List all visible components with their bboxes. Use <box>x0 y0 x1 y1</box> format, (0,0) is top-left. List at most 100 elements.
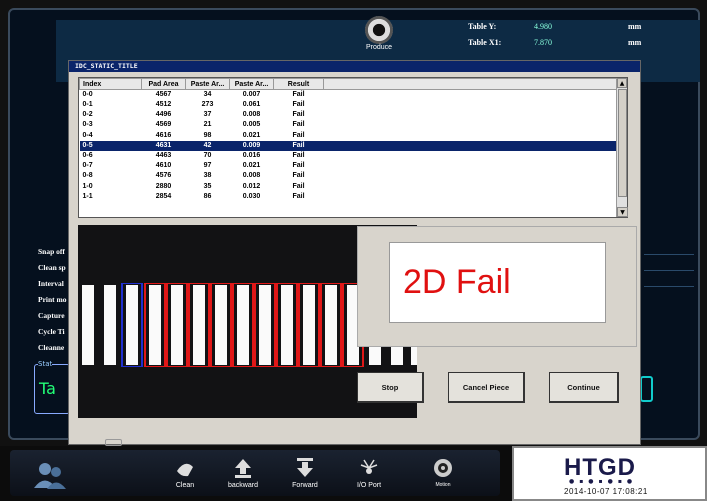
motion-button[interactable]: Motion <box>420 454 466 498</box>
scroll-up-icon[interactable]: ▲ <box>617 78 627 88</box>
backward-button[interactable]: backward <box>220 454 266 498</box>
table-cell: Fail <box>292 182 305 190</box>
table-cell: 4496 <box>155 111 172 119</box>
solder-pad <box>126 285 138 365</box>
settings-label: Cleanne <box>38 343 65 352</box>
table-cell: 35 <box>203 182 212 190</box>
table-cell: 37 <box>203 111 212 119</box>
table-cell: 0.016 <box>242 152 261 160</box>
table-cell: Fail <box>292 101 305 109</box>
table-cell-empty <box>324 120 618 130</box>
table-cell-empty <box>324 131 618 141</box>
result-list[interactable]: Index Pad Area Paste Ar... Paste Ar... R… <box>78 77 628 218</box>
column-header[interactable]: Result <box>273 78 324 90</box>
column-header-empty <box>323 78 618 90</box>
cancel-piece-button[interactable]: Cancel Piece <box>448 372 525 403</box>
solder-pad <box>193 285 205 365</box>
table-cell: 0-4 <box>82 131 93 139</box>
stop-button[interactable]: Stop <box>357 372 424 403</box>
table-cell: Fail <box>292 152 305 160</box>
table-cell-empty <box>324 151 618 161</box>
logo-subtext-icon: ●▪●▪●▪● <box>569 478 638 485</box>
table-row[interactable]: 0-5 4631 42 0.009 Fail <box>79 140 618 151</box>
table-y-label: Table Y: <box>468 22 497 31</box>
table-cell: Fail <box>292 131 305 139</box>
result-panel: 2D Fail <box>357 226 637 347</box>
table-cell: Fail <box>292 172 305 180</box>
forward-button[interactable]: Forward <box>282 454 328 498</box>
scroll-thumb[interactable] <box>618 89 627 197</box>
table-row[interactable]: 1-0 2880 35 0.012 Fail <box>80 182 618 192</box>
produce-button[interactable]: Produce <box>356 10 402 56</box>
motion-label: Motion <box>435 482 451 488</box>
solder-pad <box>325 285 337 365</box>
table-row[interactable]: 0-1 4512 273 0.061 Fail <box>80 100 618 110</box>
table-cell: 0-5 <box>79 140 142 151</box>
user-icon[interactable] <box>32 460 68 490</box>
column-header[interactable]: Index <box>79 78 142 90</box>
table-cell: 0-2 <box>82 111 93 119</box>
continue-button[interactable]: Continue <box>549 372 619 403</box>
table-cell: 21 <box>203 121 212 129</box>
table-row[interactable]: 0-0 4567 34 0.007 Fail <box>80 90 618 101</box>
clock: 2014-10-07 17:08:21 <box>564 487 648 496</box>
io-port-button[interactable]: I/O Port <box>346 454 392 498</box>
list-scrollbar[interactable]: ▲ ▼ <box>616 78 628 217</box>
table-cell: 4610 <box>155 162 172 170</box>
gear-icon <box>365 15 393 44</box>
table-cell: 98 <box>203 131 212 139</box>
table-row[interactable]: 0-4 4616 98 0.021 Fail <box>80 131 618 141</box>
table-row[interactable]: 0-3 4569 21 0.005 Fail <box>80 120 618 130</box>
table-y-value: 4.980 <box>534 22 552 31</box>
table-cell-empty <box>324 161 618 171</box>
table-cell: 4567 <box>155 91 172 98</box>
io-port-label: I/O Port <box>356 482 382 489</box>
solder-pad <box>104 285 116 365</box>
table-cell: 4569 <box>155 121 172 129</box>
column-header[interactable]: Pad Area <box>141 78 186 90</box>
table-row[interactable]: 0-8 4576 38 0.008 Fail <box>80 171 618 181</box>
table-row[interactable]: 0-7 4610 97 0.021 Fail <box>80 161 618 171</box>
right-indicator <box>640 376 653 402</box>
clean-button[interactable]: Clean <box>162 454 208 498</box>
table-cell: Fail <box>292 121 305 129</box>
result-text: 2D Fail <box>389 242 606 323</box>
table-row[interactable]: 0-6 4463 70 0.016 Fail <box>80 151 618 161</box>
scroll-down-icon[interactable]: ▼ <box>617 207 628 217</box>
solder-pad <box>215 285 227 365</box>
table-row[interactable]: 1-1 2854 86 0.030 Fail <box>80 192 618 202</box>
table-cell: 34 <box>203 91 212 98</box>
table-cell-empty <box>324 110 618 120</box>
table-cell-empty <box>324 182 618 192</box>
table-cell: 0.008 <box>242 172 261 180</box>
table-cell: 4512 <box>155 101 172 109</box>
table-cell: 0.008 <box>242 111 261 119</box>
list-header: Index Pad Area Paste Ar... Paste Ar... R… <box>79 78 618 90</box>
table-cell: Fail <box>292 192 305 200</box>
table-cell: 1-1 <box>82 192 93 200</box>
clean-icon <box>177 463 193 477</box>
table-cell: 0.009 <box>229 140 274 151</box>
table-x1-label: Table X1: <box>468 38 502 47</box>
table-cell: 42 <box>185 140 230 151</box>
table-row[interactable]: 0-2 4496 37 0.008 Fail <box>80 110 618 120</box>
table-cell: 0.012 <box>242 182 261 190</box>
status-title: Stat <box>38 360 53 368</box>
table-cell: Fail <box>292 162 305 170</box>
table-cell: 38 <box>203 172 212 180</box>
clean-label: Clean <box>175 482 195 489</box>
backward-arrow-icon <box>235 459 251 478</box>
status-indicator <box>105 439 122 446</box>
column-header[interactable]: Paste Ar... <box>185 78 230 90</box>
table-cell: Fail <box>273 140 324 151</box>
logo-panel: HTGD ●▪●▪●▪● 2014-10-07 17:08:21 <box>512 446 707 501</box>
table-cell: 0.030 <box>242 192 261 200</box>
column-header[interactable]: Paste Ar... <box>229 78 274 90</box>
table-cell: 0-1 <box>82 101 93 109</box>
table-cell-empty <box>324 90 618 101</box>
table-cell: 97 <box>203 162 212 170</box>
settings-label: Snap off <box>38 247 65 256</box>
table-cell-empty <box>323 140 618 151</box>
settings-label: Interval <box>38 279 64 288</box>
table-cell: 4463 <box>155 152 172 160</box>
